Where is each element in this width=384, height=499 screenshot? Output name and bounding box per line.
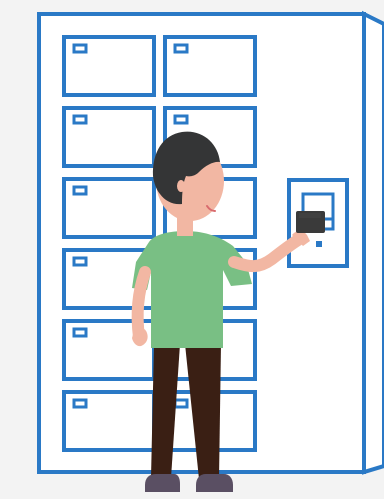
compartment-indicator-icon	[72, 398, 88, 409]
compartment-indicator-icon	[72, 43, 88, 54]
locker-side-panel	[362, 10, 384, 475]
compartment-indicator-icon	[72, 114, 88, 125]
compartment-indicator-icon	[72, 327, 88, 338]
terminal-dot-icon	[316, 241, 322, 247]
compartment-indicator-icon	[173, 114, 189, 125]
locker-illustration	[0, 0, 384, 499]
left-shoe	[145, 474, 180, 492]
left-arm	[131, 266, 151, 343]
locker-illustration-scene	[0, 0, 384, 499]
compartment-indicator-icon	[173, 398, 189, 409]
compartment-indicator-icon	[72, 185, 88, 196]
ear	[177, 180, 185, 192]
compartment-indicator-icon	[72, 256, 88, 267]
card-shine	[299, 213, 321, 218]
compartment-indicator-icon	[173, 43, 189, 54]
right-shoe	[196, 474, 233, 492]
